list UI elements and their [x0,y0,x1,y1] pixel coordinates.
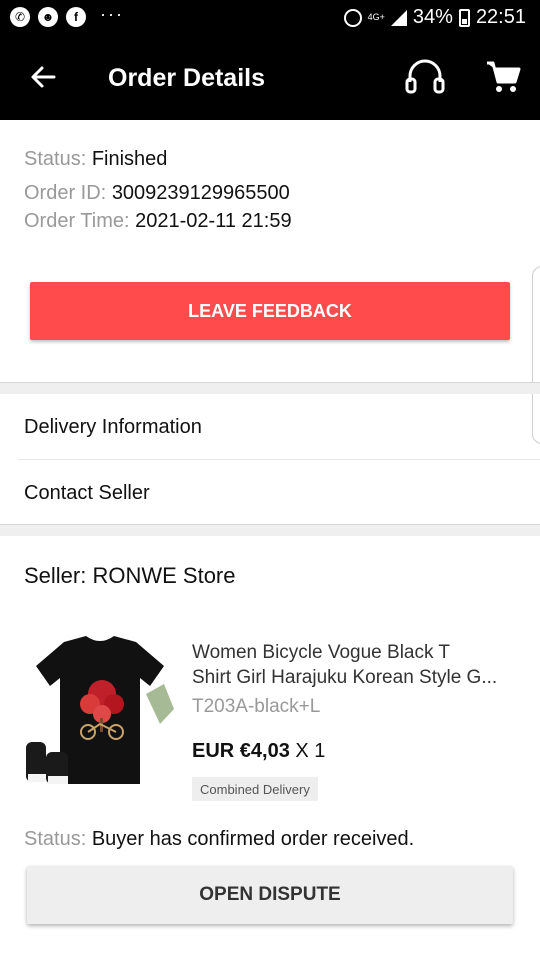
facebook-icon: f [66,7,86,27]
section-divider [0,382,540,394]
item-status-label: Status: [24,828,87,850]
system-status-bar: ✆ ☻ f ··· 4G+ 34% 22:51 [0,0,540,38]
delivery-information-link[interactable]: Delivery Information [24,416,202,439]
signal-icon [390,9,407,26]
item-status-value: Buyer has confirmed order received. [91,828,415,850]
order-time-label: Order Time: [24,210,130,232]
more-notifications-icon: ··· [100,3,124,24]
row-divider [18,459,540,460]
order-time-value: 2021-02-11 21:59 [135,210,292,232]
order-status-value: Finished [91,148,168,170]
notification-icons: ✆ ☻ f ··· [10,3,124,27]
product-title-line-1: Women Bicycle Vogue Black T [192,642,451,663]
order-id: Order ID: 3009239129965500 [24,182,290,205]
open-dispute-button[interactable]: OPEN DISPUTE [27,866,513,924]
seller-name[interactable]: Seller: RONWE Store [24,563,236,589]
combined-delivery-badge: Combined Delivery [192,777,318,801]
messenger-icon: ☻ [38,7,58,27]
app-bar: Order Details [0,38,540,120]
back-arrow-icon[interactable] [28,62,58,92]
whatsapp-icon: ✆ [10,7,30,27]
order-status-label: Status: [24,148,87,170]
network-type: 4G+ [367,12,385,22]
section-divider [0,524,540,536]
headset-support-icon[interactable] [404,58,446,98]
order-time: Order Time: 2021-02-11 21:59 [24,210,292,233]
clock: 22:51 [475,6,526,28]
side-drawer-handle[interactable] [532,266,540,444]
order-id-label: Order ID: [24,182,107,204]
order-status: Status: Finished [24,148,167,171]
product-variant: T203A-black+L [192,696,321,717]
product-price: EUR €4,03 [192,740,290,762]
status-indicators: 4G+ 34% 22:51 [343,6,526,29]
shopping-cart-icon[interactable] [484,58,522,96]
alarm-icon [343,8,362,27]
item-status: Status: Buyer has confirmed order receiv… [24,828,414,851]
product-title[interactable]: Women Bicycle Vogue Black T Shirt Girl H… [192,640,522,690]
product-price-row: EUR €4,03 X 1 [192,740,325,763]
order-id-value: 3009239129965500 [111,182,290,204]
product-quantity: X 1 [295,740,326,762]
contact-seller-link[interactable]: Contact Seller [24,482,150,505]
leave-feedback-button[interactable]: LEAVE FEEDBACK [30,282,510,340]
battery-percent: 34% [412,6,453,28]
product-thumbnail[interactable] [24,634,176,788]
product-title-line-2: Shirt Girl Harajuku Korean Style G... [192,667,498,688]
battery-icon [458,8,470,27]
page-title: Order Details [108,64,266,92]
